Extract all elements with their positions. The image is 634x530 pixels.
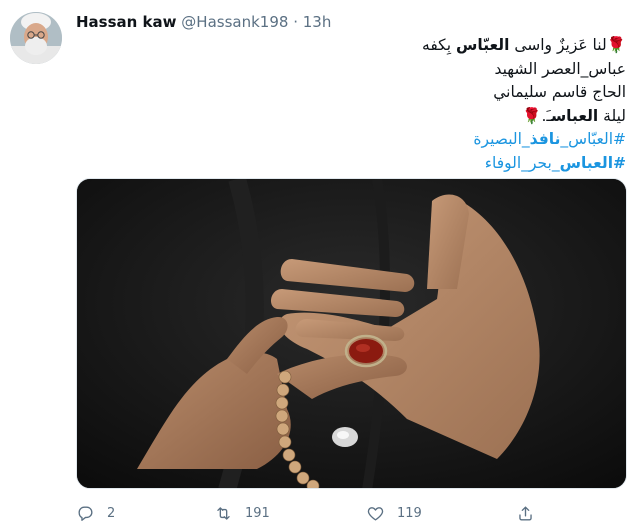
hashtag-link[interactable]: #العبّاس_ bbox=[560, 130, 626, 148]
rose-emoji: 🌹 bbox=[606, 36, 626, 54]
share-button[interactable] bbox=[516, 500, 547, 526]
tweet-text-line: #العباس_بحر_الوفاء bbox=[156, 152, 626, 176]
text-segment: ـَ. bbox=[541, 106, 551, 125]
hashtag-link[interactable]: _البصيرة bbox=[473, 130, 529, 148]
text-segment: لنا عَزيزٌ واسى bbox=[509, 36, 607, 54]
retweet-button[interactable]: 191 bbox=[214, 500, 270, 526]
tweet-text-line: #العبّاس_نافذ_البصيرة bbox=[156, 128, 626, 152]
reply-count: 2 bbox=[107, 505, 116, 521]
text-segment: الحاج قاسم سليماني bbox=[493, 83, 626, 101]
reply-icon bbox=[78, 505, 93, 521]
bold-text: العباس bbox=[550, 106, 599, 125]
bold-text: العبّاس bbox=[455, 36, 510, 54]
rose-emoji: 🌹 bbox=[522, 106, 542, 125]
like-count: 119 bbox=[397, 505, 422, 521]
reply-button[interactable]: 2 bbox=[76, 500, 115, 526]
separator-dot: · bbox=[293, 13, 298, 31]
retweet-count: 191 bbox=[245, 505, 270, 521]
share-icon bbox=[519, 505, 532, 521]
tweet-text: 🌹لنا عَزيزٌ واسى العبّاس بِكفه عباس_العصر… bbox=[156, 34, 626, 175]
text-segment: بِكفه bbox=[422, 36, 456, 54]
tweet-media-image[interactable] bbox=[76, 178, 627, 489]
tweet-text-line: الحاج قاسم سليماني bbox=[156, 81, 626, 105]
tweet-text-line: عباس_العصر الشهيد bbox=[156, 58, 626, 82]
retweet-icon bbox=[217, 506, 230, 520]
tweet[interactable]: Hassan kaw @Hassank198 · 13h 🌹لنا عَزيزٌ… bbox=[0, 0, 634, 530]
tweet-text-line: ليلة العباسـَ.🌹 bbox=[156, 105, 626, 129]
text-segment: ليلة bbox=[598, 106, 626, 125]
hashtag-link[interactable]: نافذ bbox=[530, 130, 561, 148]
user-handle[interactable]: @Hassank198 bbox=[181, 13, 288, 31]
hashtag-link[interactable]: _بحر_الوفاء bbox=[485, 154, 560, 172]
timestamp[interactable]: 13h bbox=[303, 13, 332, 31]
hashtag-link[interactable]: #العباس bbox=[560, 154, 626, 172]
avatar[interactable] bbox=[10, 12, 62, 64]
tweet-actions: 2 191 119 bbox=[76, 500, 627, 526]
text-segment: عباس_العصر الشهيد bbox=[494, 59, 626, 78]
heart-icon bbox=[367, 506, 384, 521]
tweet-text-line: 🌹لنا عَزيزٌ واسى العبّاس بِكفه bbox=[156, 34, 626, 58]
tweet-header: Hassan kaw @Hassank198 · 13h bbox=[76, 12, 331, 32]
like-button[interactable]: 119 bbox=[366, 500, 422, 526]
display-name[interactable]: Hassan kaw bbox=[76, 13, 177, 31]
